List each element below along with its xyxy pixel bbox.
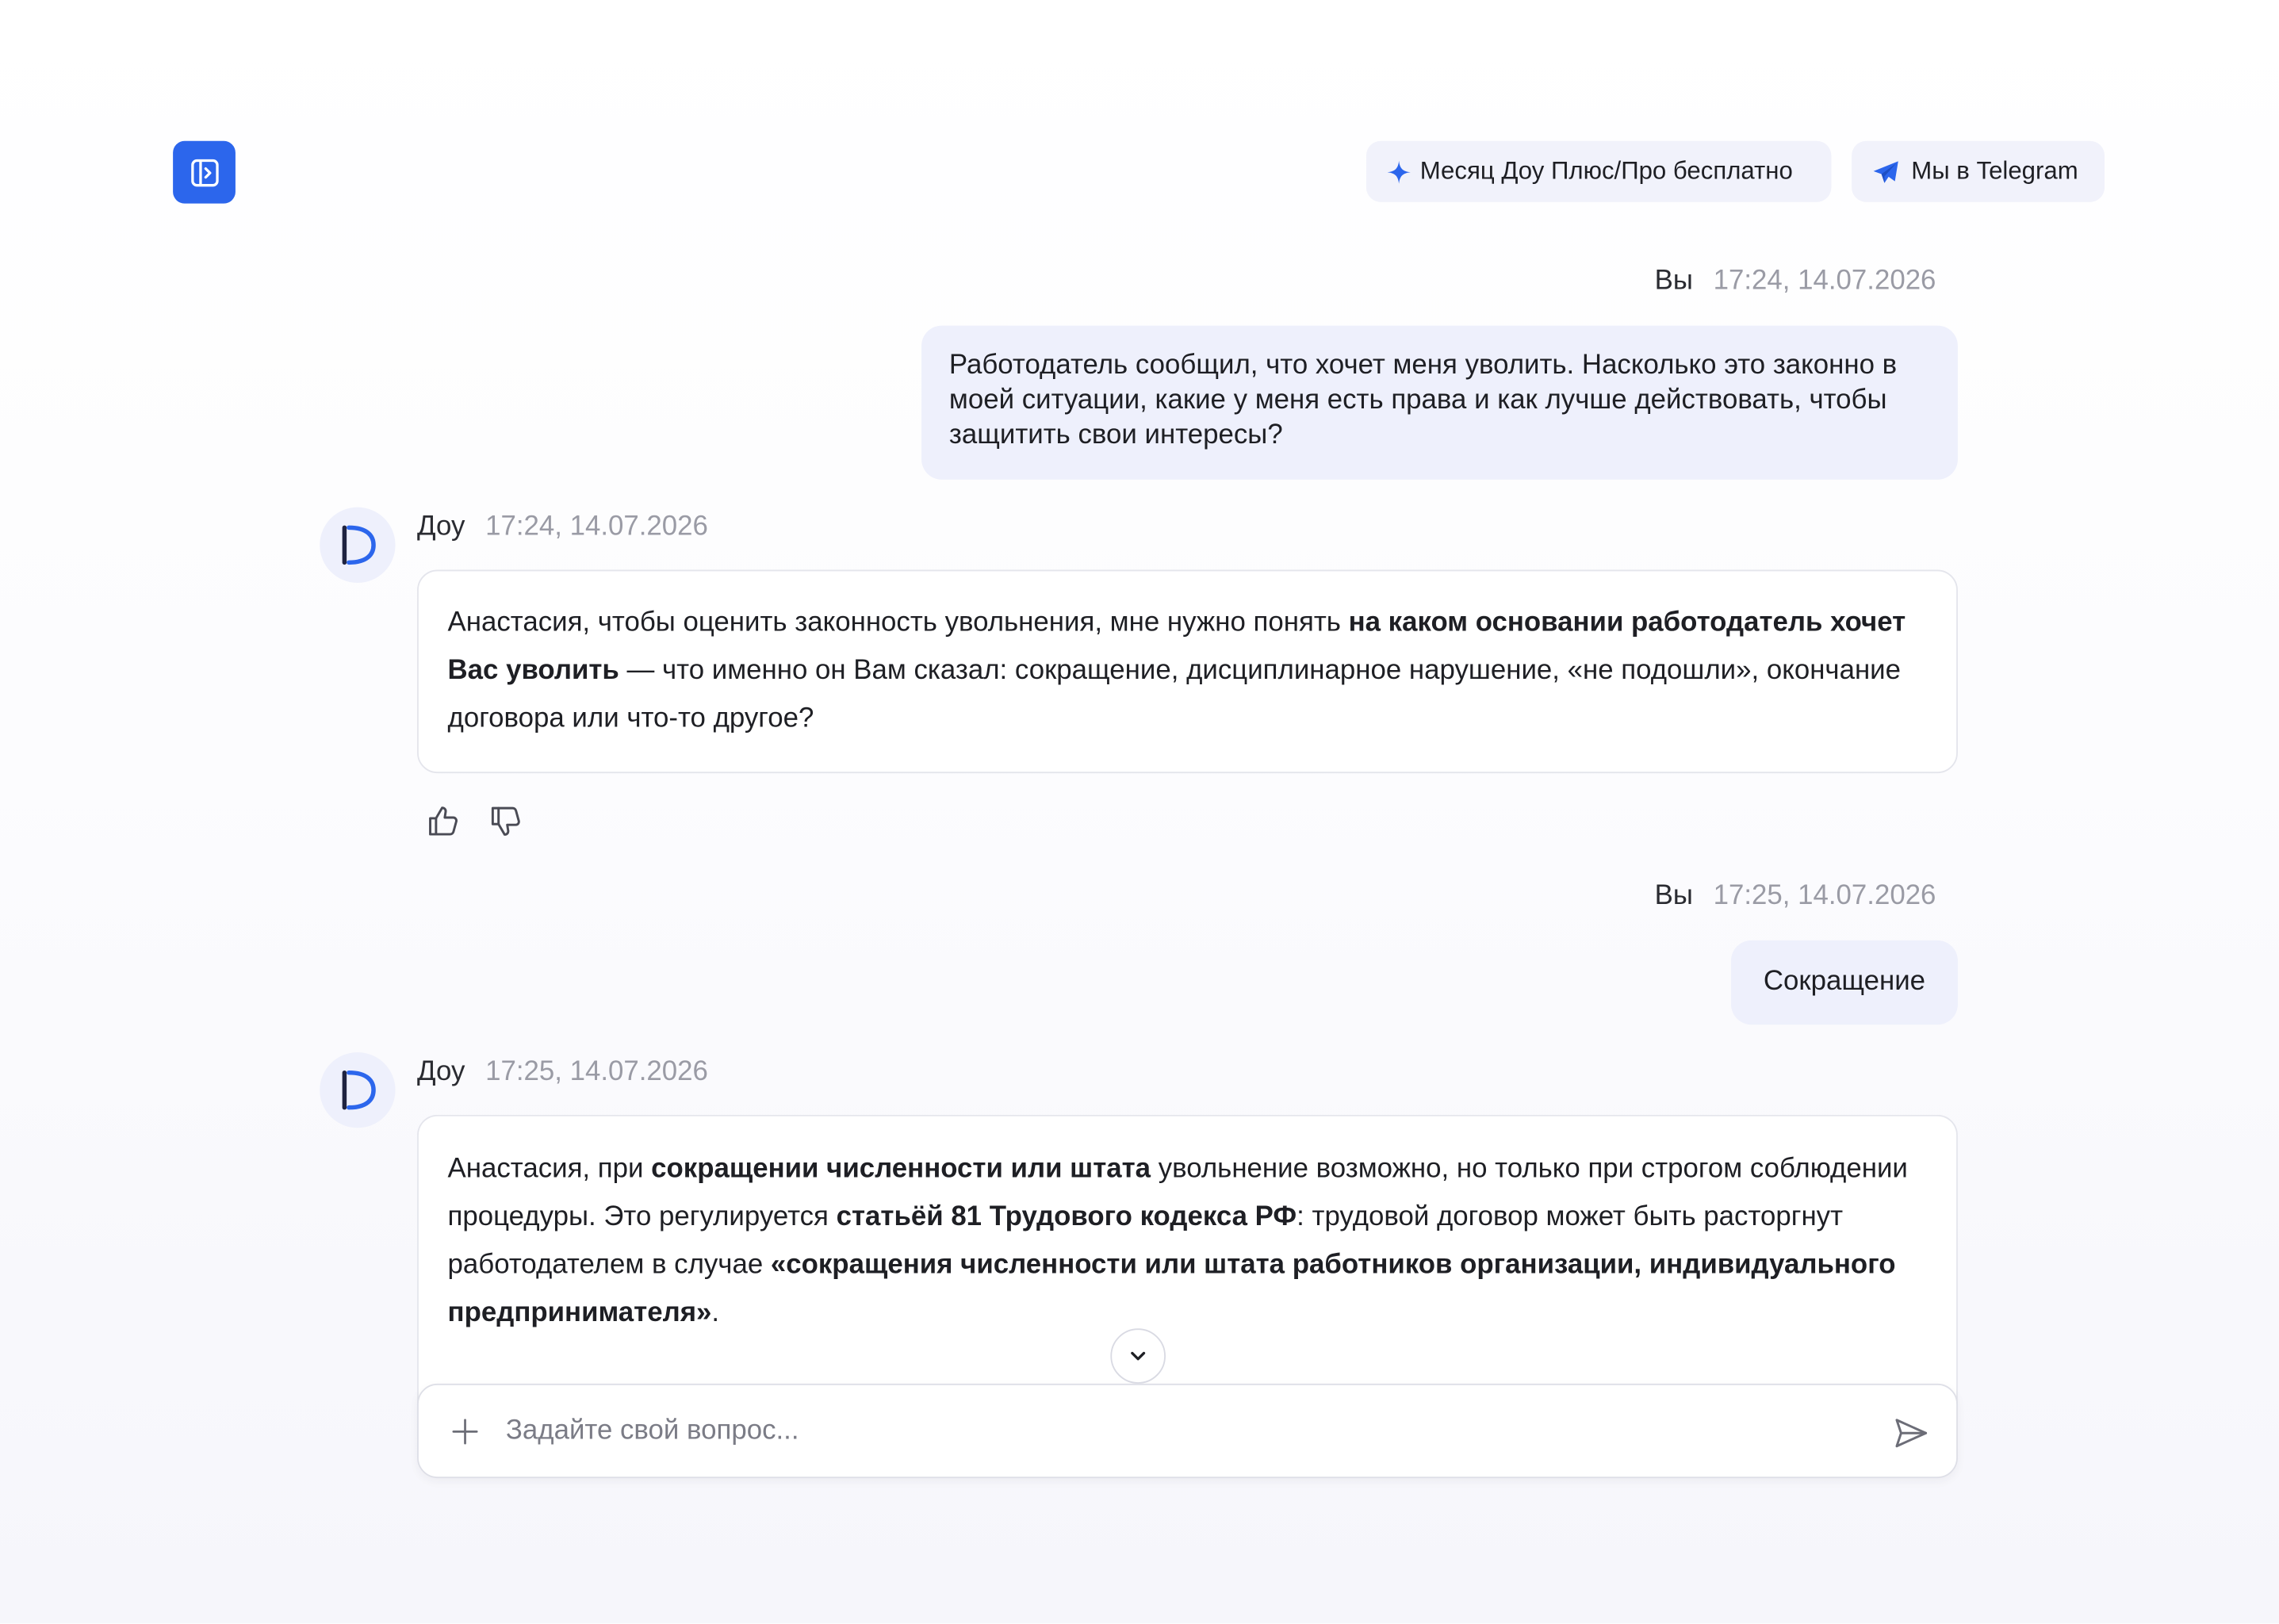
thumbs-up-icon (426, 804, 461, 839)
promo-label: Месяц Доу Плюс/Про бесплатно (1419, 156, 1793, 185)
message-timestamp: 17:24, 14.07.2026 (485, 511, 708, 542)
send-button[interactable] (1890, 1411, 1933, 1455)
chevron-down-icon (1128, 1346, 1148, 1366)
message-timestamp: 17:25, 14.07.2026 (1713, 880, 1936, 912)
message-text: Анастасия, при сокращении численности ил… (448, 1154, 1908, 1328)
message-composer (417, 1383, 1958, 1479)
dislike-button[interactable] (485, 801, 526, 841)
message-meta: Вы 17:25, 14.07.2026 (1308, 879, 1936, 914)
user-message-bubble: Сокращение (1730, 940, 1958, 1025)
message-author: Вы (1654, 266, 1693, 297)
message-author: Доу (417, 511, 465, 542)
send-icon (1894, 1417, 1929, 1449)
message-timestamp: 17:24, 14.07.2026 (1713, 266, 1936, 297)
bold-segment: сокращении численности или штата (651, 1154, 1151, 1185)
promo-button[interactable]: Месяц Доу Плюс/Про бесплатно (1365, 140, 1832, 202)
message-meta: Доу 17:25, 14.07.2026 (417, 1055, 998, 1090)
message-meta: Доу 17:24, 14.07.2026 (417, 510, 998, 545)
chat-page: Месяц Доу Плюс/Про бесплатно Мы в Telegr… (0, 0, 2279, 1624)
text-segment: . (711, 1297, 720, 1329)
dou-logo-icon (335, 1067, 379, 1113)
sidebar-toggle-icon (188, 156, 220, 188)
assistant-avatar (320, 507, 396, 583)
sparkle-icon (1387, 159, 1411, 184)
telegram-icon (1872, 159, 1900, 184)
telegram-button[interactable]: Мы в Telegram (1852, 140, 2105, 202)
thumbs-down-icon (488, 804, 523, 839)
text-segment: Анастасия, при (447, 1154, 652, 1185)
like-button[interactable] (423, 801, 463, 841)
question-input[interactable] (505, 1402, 1844, 1461)
message-meta: Вы 17:24, 14.07.2026 (1308, 265, 1936, 300)
assistant-message-bubble: Анастасия, при сокращении численности ил… (417, 1114, 1958, 1406)
message-author: Вы (1654, 880, 1693, 912)
text-segment: — что именно он Вам сказал: сокращение, … (447, 655, 1902, 734)
bold-segment: статьёй 81 Трудового кодекса РФ (836, 1201, 1297, 1233)
message-author: Доу (417, 1056, 465, 1088)
plus-icon (452, 1419, 478, 1445)
attach-button[interactable] (445, 1411, 485, 1452)
user-message-bubble: Работодатель сообщил, что хочет меня уво… (921, 325, 1958, 480)
telegram-label: Мы в Telegram (1911, 156, 2078, 185)
text-segment: Анастасия, чтобы оценить законность увол… (447, 607, 1349, 638)
assistant-avatar (320, 1052, 396, 1128)
dou-logo-icon (335, 522, 379, 569)
assistant-message-bubble: Анастасия, чтобы оценить законность увол… (417, 569, 1958, 774)
sidebar-toggle-button[interactable] (173, 140, 236, 204)
message-timestamp: 17:25, 14.07.2026 (485, 1056, 708, 1088)
message-text: Анастасия, чтобы оценить законность увол… (448, 607, 1906, 733)
scroll-down-button[interactable] (1110, 1328, 1166, 1384)
